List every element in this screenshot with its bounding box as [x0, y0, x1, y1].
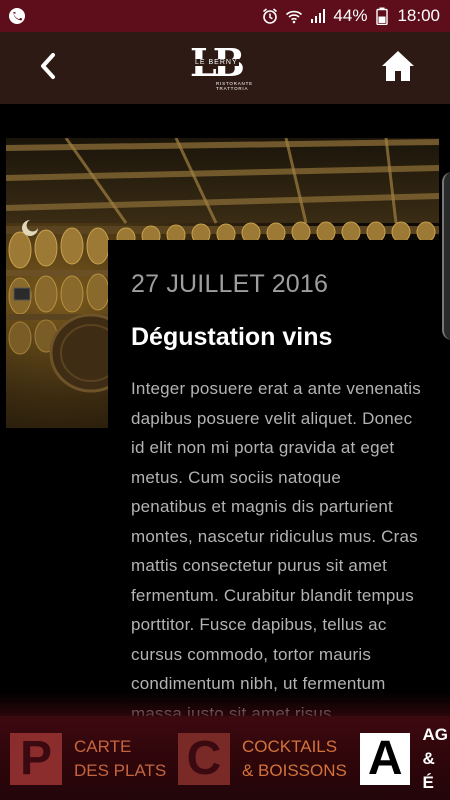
article-title: Dégustation vins: [131, 323, 333, 351]
status-bar: 44% 18:00: [0, 0, 450, 32]
letter-a-icon: A: [360, 733, 411, 785]
nav-label: COCKTAILS & BOISSONS: [242, 737, 347, 780]
app-header: LB LE BERNY RISTORANTE TRATTORIA: [0, 32, 450, 104]
battery-percent: 44%: [333, 6, 368, 25]
signal-icon: [309, 7, 327, 25]
wifi-icon: [285, 7, 303, 25]
logo-subtitle: RISTORANTE TRATTORIA: [216, 81, 253, 91]
letter-c-icon: C: [178, 733, 230, 785]
nav-label: CARTE DES PLATS: [74, 737, 167, 780]
article-body: Integer posuere erat a ante venenatis da…: [131, 379, 421, 723]
back-button[interactable]: [30, 50, 66, 86]
nav-label: AG & É: [422, 725, 448, 792]
logo: LB LE BERNY RISTORANTE TRATTORIA: [190, 44, 260, 92]
chevron-left-icon: [37, 52, 59, 85]
home-icon: [381, 50, 415, 87]
bottom-nav: P CARTE DES PLATS C COCKTAILS & BOISSONS…: [0, 716, 450, 800]
nav-agenda[interactable]: A AG & É: [360, 724, 450, 794]
nav-cocktails-boissons[interactable]: C COCKTAILS & BOISSONS: [178, 724, 347, 794]
logo-name: LE BERNY: [194, 59, 239, 66]
phone-icon: [8, 7, 26, 25]
article-date: 27 JUILLET 2016: [131, 270, 329, 298]
home-button[interactable]: [378, 48, 418, 88]
alarm-icon: [261, 7, 279, 25]
next-card-edge[interactable]: [442, 172, 450, 340]
clock-time: 18:00: [397, 6, 440, 25]
battery-icon: [373, 7, 391, 25]
letter-p-icon: P: [10, 733, 62, 785]
nav-carte-des-plats[interactable]: P CARTE DES PLATS: [10, 724, 166, 794]
article: 27 JUILLET 2016 Dégustation vins Integer…: [131, 270, 421, 728]
